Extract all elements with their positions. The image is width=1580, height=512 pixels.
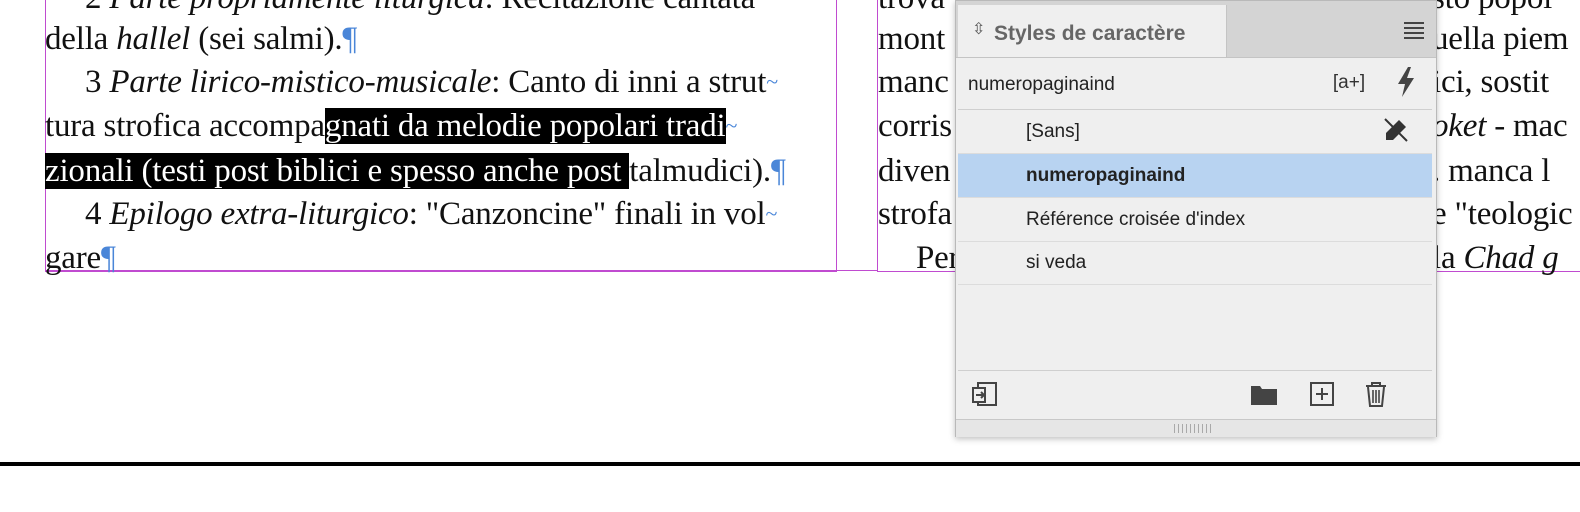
panel-tab-bar: ⇳ Styles de caractère — [956, 1, 1436, 58]
collapse-arrows-icon[interactable]: ⇳ — [972, 19, 985, 39]
no-edit-pencil-icon — [1382, 116, 1410, 144]
text-run: sto popol — [1432, 0, 1552, 16]
panel-title: Styles de caractère — [994, 22, 1186, 45]
text-run: e "teologic — [1432, 196, 1573, 232]
create-style-button[interactable]: [a+] — [1331, 68, 1367, 98]
text-run: ici, sostit — [1432, 64, 1549, 100]
current-style-name: numeropaginaind — [968, 74, 1115, 95]
load-styles-icon[interactable] — [970, 379, 1000, 409]
style-item-label: numeropaginaind — [1026, 165, 1186, 186]
text-line[interactable]: e "teologic — [1432, 192, 1573, 236]
style-item[interactable]: Référence croisée d'index — [958, 198, 1432, 242]
delete-trash-icon[interactable] — [1361, 379, 1391, 409]
style-item-selected[interactable]: numeropaginaind — [958, 154, 1432, 198]
new-style-icon[interactable] — [1307, 379, 1337, 409]
text-run: . manca l — [1432, 153, 1551, 189]
style-item-label: [Sans] — [1026, 121, 1080, 142]
style-item-label: Référence croisée d'index — [1026, 209, 1246, 230]
text-run: oket — [1432, 108, 1487, 144]
text-line[interactable]: oket - mac — [1432, 104, 1568, 148]
text-run: - mac — [1486, 108, 1568, 144]
text-run: uella piem — [1432, 21, 1569, 57]
style-list[interactable]: [Sans] numeropaginaind Référence croisée… — [958, 109, 1432, 371]
panel-menu-icon[interactable] — [1404, 22, 1424, 39]
panel-footer — [956, 371, 1436, 419]
text-line[interactable]: . manca l — [1432, 149, 1550, 193]
text-run: Chad g — [1463, 240, 1559, 276]
tab-character-styles[interactable]: ⇳ Styles de caractère — [958, 5, 1227, 57]
page-edge — [0, 462, 1580, 466]
text-line[interactable]: ici, sostit — [1432, 60, 1549, 104]
resize-grip[interactable] — [956, 419, 1436, 437]
text-line[interactable]: la Chad g — [1432, 236, 1559, 280]
style-item[interactable]: si veda — [958, 241, 1432, 285]
quick-apply-icon[interactable] — [1392, 65, 1420, 99]
text-line[interactable]: uella piem — [1432, 17, 1569, 61]
style-item[interactable]: [Sans] — [958, 110, 1432, 154]
new-group-folder-icon[interactable] — [1249, 379, 1279, 409]
style-item-label: si veda — [1026, 252, 1087, 273]
character-styles-panel[interactable]: ⇳ Styles de caractère numeropaginaind [a… — [955, 0, 1437, 437]
